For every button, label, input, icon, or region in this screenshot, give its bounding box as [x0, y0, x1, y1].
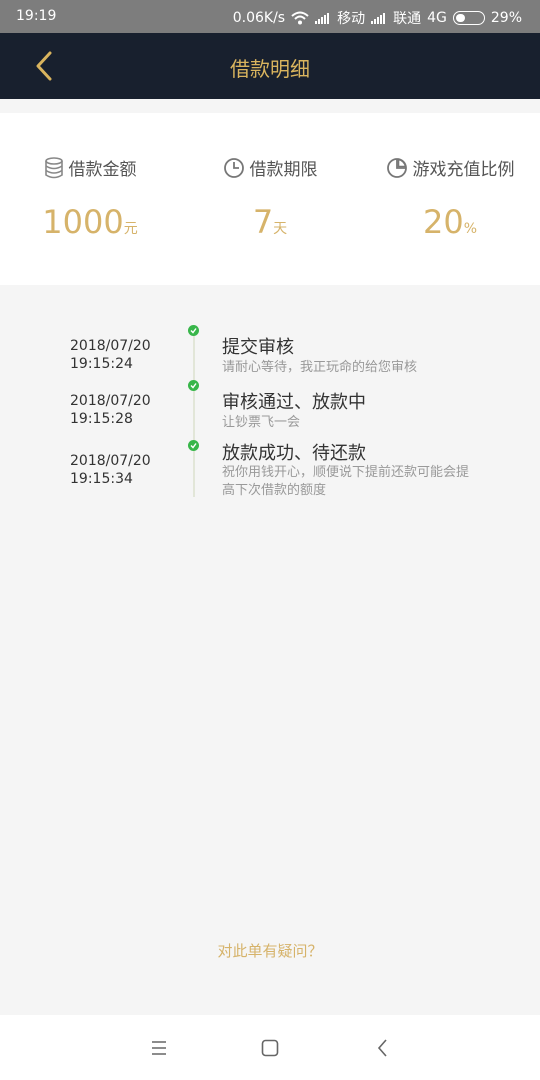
clock-icon — [223, 157, 244, 178]
loan-term-value: 7 — [252, 203, 274, 241]
loan-amount-value: 1000 — [42, 203, 124, 241]
summary-amount: 借款金额 1000元 — [0, 113, 180, 285]
network-type: 4G — [427, 10, 447, 26]
timeline-time: 19:15:34 — [70, 471, 133, 487]
loan-term-unit: 天 — [273, 221, 288, 237]
signal-icon — [315, 12, 330, 24]
timeline-title: 提交审核 — [222, 337, 294, 358]
loan-amount-unit: 元 — [123, 221, 138, 237]
back-arrow-icon — [377, 1039, 387, 1057]
carrier-2: 联通 — [393, 11, 422, 27]
timeline-time: 19:15:24 — [70, 356, 133, 372]
home-button[interactable] — [255, 1035, 285, 1061]
summary-label: 借款金额 — [0, 155, 180, 180]
timeline-title: 放款成功、待还款 — [222, 443, 366, 464]
summary-value: 7天 — [180, 203, 360, 241]
signal-icon — [371, 12, 386, 24]
battery-fill — [455, 14, 465, 22]
timeline-desc: 请耐心等待，我正玩命的给您审核 — [222, 360, 418, 375]
timeline-title: 审核通过、放款中 — [222, 392, 366, 413]
ratio-unit: % — [463, 221, 478, 237]
check-icon — [188, 440, 199, 451]
summary-value: 1000元 — [0, 203, 180, 241]
timeline-date: 2018/07/20 — [70, 338, 151, 354]
summary-label: 游戏充值比例 — [360, 155, 540, 180]
network-speed: 0.06K/s — [232, 10, 286, 26]
summary-label-text: 借款期限 — [249, 160, 318, 180]
timeline-datetime: 2018/07/20 19:15:34 — [70, 452, 151, 488]
timeline-desc: 祝你用钱开心，顺便说下提前还款可能会提高下次借款的额度 — [222, 465, 470, 498]
timeline-datetime: 2018/07/20 19:15:24 — [70, 337, 151, 373]
timeline-date: 2018/07/20 — [70, 393, 151, 409]
carrier-1: 移动 — [337, 11, 366, 27]
timeline-desc: 让钞票飞一会 — [222, 415, 301, 430]
check-icon — [188, 380, 199, 391]
summary-label-text: 游戏充值比例 — [412, 160, 515, 180]
question-link[interactable]: 对此单有疑问？ — [0, 940, 540, 961]
loan-summary: 借款金额 1000元 借款期限 7天 游戏充值比例 20% — [0, 113, 540, 285]
summary-label: 借款期限 — [180, 155, 360, 180]
timeline-date: 2018/07/20 — [70, 453, 151, 469]
check-icon — [188, 325, 199, 336]
home-square-icon — [261, 1039, 279, 1057]
menu-icon — [152, 1041, 166, 1055]
timeline-time: 19:15:28 — [70, 411, 133, 427]
pie-chart-icon — [386, 157, 407, 178]
ratio-value: 20 — [422, 203, 464, 241]
status-indicators: 0.06K/s 移动 联通 4G 29% — [233, 8, 522, 28]
status-time: 19:19 — [16, 8, 57, 24]
battery-icon — [452, 11, 485, 25]
summary-ratio: 游戏充值比例 20% — [360, 113, 540, 285]
status-bar: 19:19 0.06K/s 移动 联通 4G 29% — [0, 0, 540, 33]
timeline-datetime: 2018/07/20 19:15:28 — [70, 392, 151, 428]
timeline-line — [193, 325, 195, 497]
battery-percent: 29% — [490, 10, 522, 26]
menu-button[interactable] — [144, 1035, 174, 1061]
summary-value: 20% — [360, 203, 540, 241]
system-back-button[interactable] — [368, 1035, 398, 1061]
system-nav-bar — [0, 1015, 540, 1080]
nav-bar: 借款明细 — [0, 33, 540, 99]
page-title: 借款明细 — [230, 57, 310, 81]
coin-stack-icon — [44, 156, 63, 178]
summary-label-text: 借款金额 — [68, 160, 137, 180]
summary-term: 借款期限 7天 — [180, 113, 360, 285]
wifi-icon — [291, 11, 309, 25]
